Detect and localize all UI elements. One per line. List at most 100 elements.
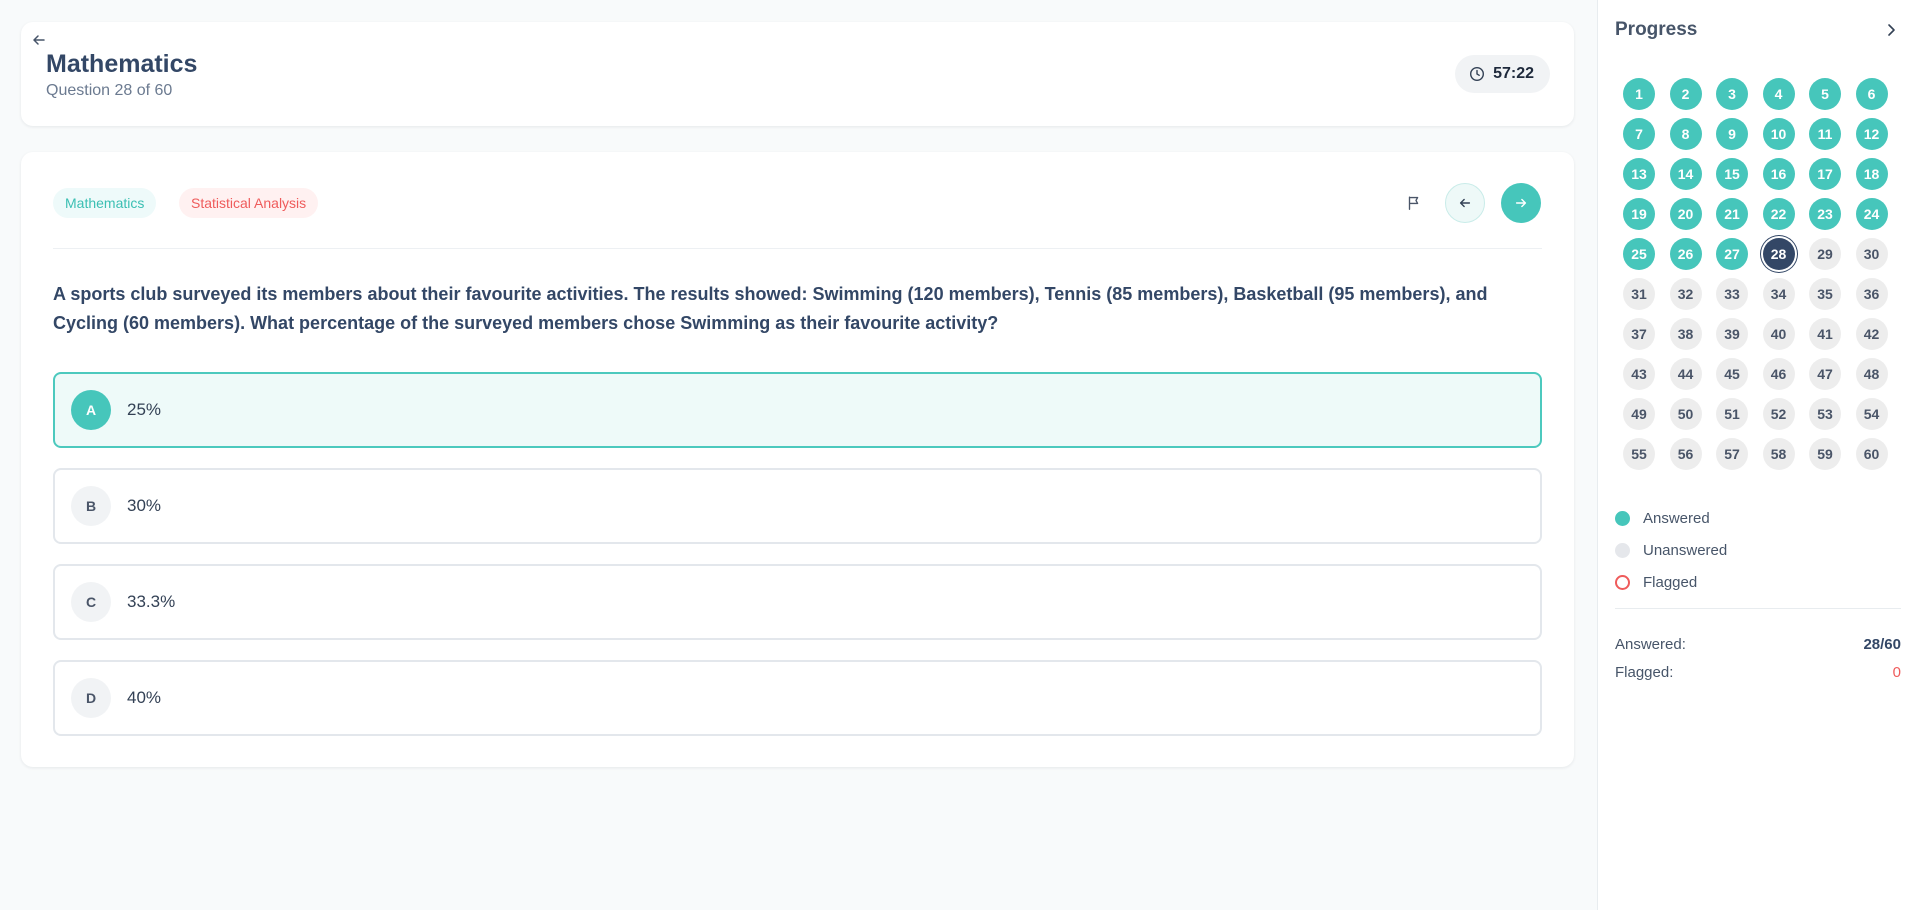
previous-question-button[interactable] (1445, 183, 1485, 223)
question-nav-button[interactable]: 10 (1762, 118, 1795, 150)
question-nav-button[interactable]: 15 (1716, 158, 1748, 190)
back-arrow-icon[interactable] (29, 30, 49, 50)
question-nav-button[interactable]: 53 (1809, 398, 1841, 430)
question-nav-button[interactable]: 57 (1716, 438, 1748, 470)
question-nav-button[interactable]: 20 (1669, 198, 1702, 230)
question-card: Mathematics Statistical Analysis A sport… (21, 152, 1574, 767)
stat-value: 0 (1892, 664, 1901, 681)
question-nav-button[interactable]: 51 (1716, 398, 1748, 430)
topic-tag: Statistical Analysis (179, 188, 319, 218)
option-letter: A (71, 390, 111, 430)
question-nav-button[interactable]: 32 (1669, 278, 1702, 310)
option-text: 33.3% (127, 592, 176, 611)
question-nav-button[interactable]: 47 (1809, 358, 1841, 390)
question-nav-button[interactable]: 52 (1762, 398, 1795, 430)
question-nav-button[interactable]: 29 (1809, 238, 1841, 270)
question-nav-button[interactable]: 27 (1716, 238, 1748, 270)
question-nav-button[interactable]: 60 (1855, 438, 1888, 470)
legend-unanswered: Unanswered (1615, 534, 1727, 566)
question-nav-button[interactable]: 49 (1623, 398, 1655, 430)
timer-value: 57:22 (1493, 65, 1534, 82)
question-nav-button[interactable]: 54 (1855, 398, 1888, 430)
option-letter: B (71, 486, 111, 526)
question-nav-button[interactable]: 2 (1669, 78, 1702, 110)
arrow-right-icon (1515, 198, 1527, 208)
option-letter: C (71, 582, 111, 622)
question-nav-button[interactable]: 59 (1809, 438, 1841, 470)
next-question-button[interactable] (1501, 183, 1541, 223)
question-nav-button[interactable]: 1 (1623, 78, 1655, 110)
question-nav-button[interactable]: 38 (1669, 318, 1702, 350)
question-nav-button[interactable]: 39 (1716, 318, 1748, 350)
question-nav-button[interactable]: 43 (1623, 358, 1655, 390)
question-nav-button[interactable]: 55 (1623, 438, 1655, 470)
question-nav-button[interactable]: 31 (1623, 278, 1655, 310)
option-text: 40% (127, 688, 162, 707)
question-nav-button[interactable]: 35 (1809, 278, 1841, 310)
question-nav-button[interactable]: 22 (1762, 198, 1795, 230)
legend-answered: Answered (1615, 502, 1727, 534)
option-b[interactable]: B 30% (53, 468, 1542, 544)
question-nav-button[interactable]: 21 (1716, 198, 1748, 230)
legend-label: Unanswered (1643, 541, 1728, 559)
question-nav-button[interactable]: 12 (1855, 118, 1888, 150)
question-nav-button[interactable]: 41 (1809, 318, 1841, 350)
flag-icon (1408, 196, 1419, 210)
question-nav-button[interactable]: 9 (1716, 118, 1748, 150)
option-text: 25% (127, 400, 162, 419)
option-c[interactable]: C 33.3% (53, 564, 1542, 640)
legend-label: Answered (1643, 509, 1710, 527)
page-title: Mathematics (46, 50, 198, 78)
timer: 57:22 (1455, 55, 1550, 93)
option-a[interactable]: A 25% (53, 372, 1542, 448)
question-nav-button[interactable]: 7 (1623, 118, 1655, 150)
question-nav-button[interactable]: 8 (1669, 118, 1702, 150)
question-nav-button[interactable]: 5 (1809, 78, 1841, 110)
flag-button[interactable] (1402, 191, 1426, 215)
stat-value: 28/60 (1863, 636, 1901, 653)
question-nav-button[interactable]: 6 (1855, 78, 1888, 110)
option-letter: D (71, 678, 111, 718)
question-nav-button[interactable]: 11 (1809, 118, 1841, 150)
question-text: A sports club surveyed its members about… (53, 284, 1488, 333)
question-nav-button[interactable]: 34 (1762, 278, 1795, 310)
question-nav-button[interactable]: 14 (1669, 158, 1702, 190)
subject-tag: Mathematics (53, 188, 157, 218)
question-nav-button[interactable]: 23 (1809, 198, 1841, 230)
question-nav-button[interactable]: 46 (1762, 358, 1795, 390)
question-nav-button[interactable]: 45 (1716, 358, 1748, 390)
question-nav-button[interactable]: 26 (1669, 238, 1702, 270)
question-nav-button[interactable]: 13 (1623, 158, 1655, 190)
stat-label: Flagged: (1615, 664, 1674, 681)
clock-icon (1470, 66, 1485, 82)
divider (1615, 608, 1901, 609)
question-nav-button[interactable]: 56 (1669, 438, 1702, 470)
legend-label: Flagged (1643, 573, 1698, 591)
question-nav-button[interactable]: 58 (1762, 438, 1795, 470)
legend-flagged: Flagged (1615, 566, 1727, 598)
question-nav-button[interactable]: 33 (1716, 278, 1748, 310)
question-nav-button[interactable]: 40 (1762, 318, 1795, 350)
question-grid: 1 2 3 4 5 6 7 8 9 10 11 12 13 14 15 16 17 18 19 20 21 22 23 24 2… (1623, 78, 1905, 470)
question-nav-button[interactable]: 19 (1623, 198, 1655, 230)
question-nav-button[interactable]: 24 (1855, 198, 1888, 230)
question-nav-button[interactable]: 25 (1623, 238, 1655, 270)
question-nav-button[interactable]: 48 (1855, 358, 1888, 390)
question-nav-button[interactable]: 30 (1855, 238, 1888, 270)
question-nav-button[interactable]: 42 (1855, 318, 1888, 350)
option-d[interactable]: D 40% (53, 660, 1542, 736)
question-nav-button[interactable]: 37 (1623, 318, 1655, 350)
question-nav-button[interactable]: 50 (1669, 398, 1702, 430)
question-nav-button[interactable]: 3 (1716, 78, 1748, 110)
question-nav-button[interactable]: 17 (1809, 158, 1841, 190)
flagged-stat: Flagged: 0 (1615, 664, 1901, 681)
question-nav-button[interactable]: 36 (1855, 278, 1888, 310)
question-nav-button[interactable]: 28 (1762, 238, 1795, 270)
progress-sidebar: Progress 1 2 3 4 5 6 7 8 9 10 11 12 13 14 15 16 17 18 19 20… (1597, 0, 1914, 910)
chevron-right-icon[interactable] (1881, 20, 1901, 40)
question-nav-button[interactable]: 16 (1762, 158, 1795, 190)
question-nav-button[interactable]: 4 (1762, 78, 1795, 110)
divider (53, 248, 1542, 249)
question-nav-button[interactable]: 18 (1855, 158, 1888, 190)
question-nav-button[interactable]: 44 (1669, 358, 1702, 390)
